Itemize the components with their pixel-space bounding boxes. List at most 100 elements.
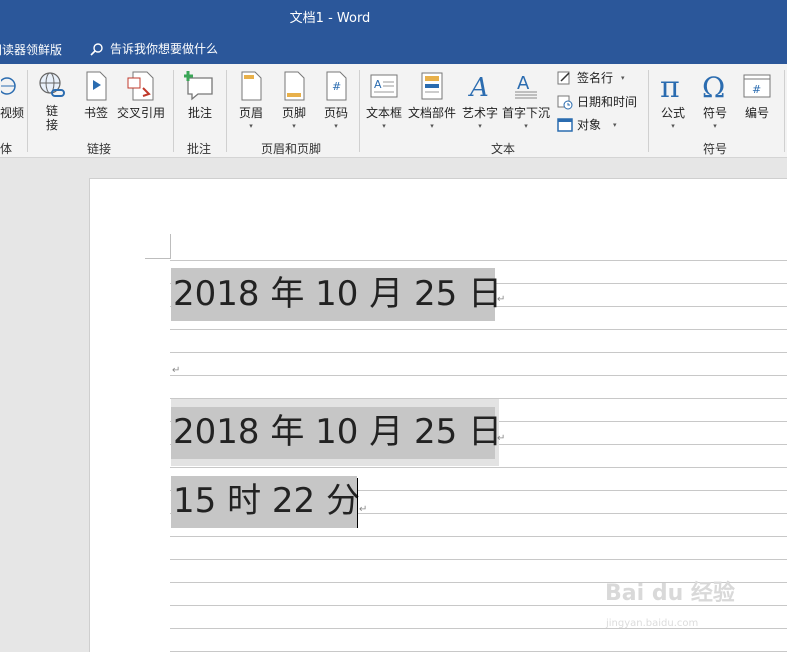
textbox-label: 文本框: [366, 106, 403, 120]
comment-plus-icon: [184, 70, 216, 102]
watermark-url: jingyan.baidu.com: [606, 618, 699, 629]
header-label: 页眉: [238, 106, 263, 120]
cross-reference-icon: [125, 70, 157, 102]
paragraph-mark: ↵: [359, 504, 368, 515]
textbox-button[interactable]: A 文本框 ▾: [366, 70, 402, 130]
group-separator: [27, 70, 28, 152]
bookmark-label: 书签: [83, 106, 108, 120]
link-globe-icon: [36, 70, 68, 102]
chevron-down-icon: ▾: [382, 122, 386, 130]
group-label-media: 体: [0, 142, 13, 156]
online-video-button[interactable]: 视频: [0, 70, 28, 121]
svg-text:A: A: [374, 78, 382, 91]
paragraph-mark: ↵: [497, 294, 506, 305]
page-number-button[interactable]: # 页码 ▾: [320, 70, 352, 130]
online-video-label: 视频: [0, 106, 24, 120]
equation-label: 公式: [660, 106, 685, 120]
chevron-down-icon: ▾: [292, 122, 296, 130]
margin-corner-mark: [170, 234, 171, 259]
cross-reference-button[interactable]: 交叉引用: [117, 70, 165, 121]
date-time-label: 日期和时间: [577, 95, 638, 109]
time-text-line-3[interactable]: 15 时 22 分: [171, 476, 360, 528]
svg-text:#: #: [752, 83, 761, 96]
page-number-icon: #: [320, 70, 352, 102]
grid-line: [170, 559, 787, 560]
calendar-clock-icon: [557, 95, 573, 109]
tab-partial[interactable]: 阅读器领鲜版: [0, 41, 62, 58]
group-separator: [648, 70, 649, 152]
comment-label: 批注: [187, 106, 212, 120]
signature-line-button[interactable]: 签名行 ▾: [557, 69, 625, 86]
wordart-icon: A: [464, 70, 496, 102]
chevron-down-icon: ▾: [430, 122, 434, 130]
dropcap-icon: A: [510, 70, 542, 102]
svg-text:#: #: [332, 80, 341, 93]
grid-line: [170, 260, 787, 261]
symbol-label: 符号: [702, 106, 727, 120]
quick-parts-label: 文档部件: [408, 106, 457, 120]
tell-me-box[interactable]: 告诉我你想要做什么: [90, 40, 218, 57]
svg-text:Ω: Ω: [702, 71, 725, 101]
window-title: 文档1 - Word: [289, 11, 371, 26]
page-number-label: 页码: [323, 106, 348, 120]
tell-me-label: 告诉我你想要做什么: [110, 42, 219, 56]
svg-text:A: A: [468, 73, 489, 101]
paragraph-mark: ↵: [497, 433, 506, 444]
date-text-line-1[interactable]: 2018 年 10 月 25 日: [171, 268, 502, 321]
footer-label: 页脚: [281, 106, 306, 120]
link-label: 链 接: [45, 104, 58, 132]
object-icon: [557, 117, 573, 132]
header-icon: [235, 70, 267, 102]
numbering-label: 编号: [744, 106, 769, 120]
date-text-line-2[interactable]: 2018 年 10 月 25 日: [171, 407, 502, 459]
bookmark-icon: [80, 70, 112, 102]
text-cursor: [357, 478, 358, 528]
comment-button[interactable]: 批注: [184, 70, 216, 121]
link-button[interactable]: 链 接: [36, 70, 68, 132]
numbering-button[interactable]: # 编号: [741, 70, 773, 121]
cross-reference-label: 交叉引用: [117, 106, 166, 120]
bookmark-button[interactable]: 书签: [80, 70, 112, 121]
globe-icon: [0, 70, 28, 102]
chevron-down-icon: ▾: [613, 120, 617, 129]
group-label-header-footer: 页眉和页脚: [261, 142, 322, 156]
grid-line: [170, 329, 787, 330]
chevron-down-icon: ▾: [621, 73, 625, 82]
grid-line: [170, 467, 787, 468]
chevron-down-icon: ▾: [524, 122, 528, 130]
wordart-button[interactable]: A 艺术字 ▾: [462, 70, 498, 130]
group-separator: [173, 70, 174, 152]
symbol-button[interactable]: Ω 符号 ▾: [699, 70, 731, 130]
svg-text:π: π: [660, 71, 680, 101]
chevron-down-icon: ▾: [713, 122, 717, 130]
numbering-icon: #: [741, 70, 773, 102]
footer-icon: [278, 70, 310, 102]
svg-text:A: A: [517, 73, 530, 94]
footer-button[interactable]: 页脚 ▾: [278, 70, 310, 130]
object-label: 对象: [577, 118, 602, 132]
search-icon: [90, 42, 103, 56]
grid-line: [170, 536, 787, 537]
group-label-links: 链接: [87, 142, 112, 156]
quick-parts-button[interactable]: 文档部件 ▾: [408, 70, 456, 130]
chevron-down-icon: ▾: [334, 122, 338, 130]
dropcap-label: 首字下沉: [502, 106, 551, 120]
dropcap-button[interactable]: A 首字下沉 ▾: [502, 70, 550, 130]
chevron-down-icon: ▾: [478, 122, 482, 130]
equation-button[interactable]: π 公式 ▾: [657, 70, 689, 130]
header-button[interactable]: 页眉 ▾: [235, 70, 267, 130]
signature-icon: [557, 71, 570, 84]
group-separator: [784, 70, 785, 152]
ribbon: 视频 体 链 接 书签 交叉引用 链接 批注 批注 页眉 ▾ 页脚 ▾ # 页码…: [0, 64, 787, 158]
object-button[interactable]: 对象 ▾: [557, 116, 617, 133]
date-time-button[interactable]: 日期和时间: [557, 93, 637, 110]
quick-parts-icon: [416, 70, 448, 102]
group-separator: [226, 70, 227, 152]
margin-corner-mark: [145, 258, 171, 259]
watermark-logo: Bai du 经验: [605, 581, 735, 606]
tab-bar: 阅读器领鲜版 告诉我你想要做什么: [0, 33, 787, 64]
textbox-icon: A: [368, 70, 400, 102]
chevron-down-icon: ▾: [671, 122, 675, 130]
pi-icon: π: [657, 70, 689, 102]
group-label-text: 文本: [491, 142, 516, 156]
